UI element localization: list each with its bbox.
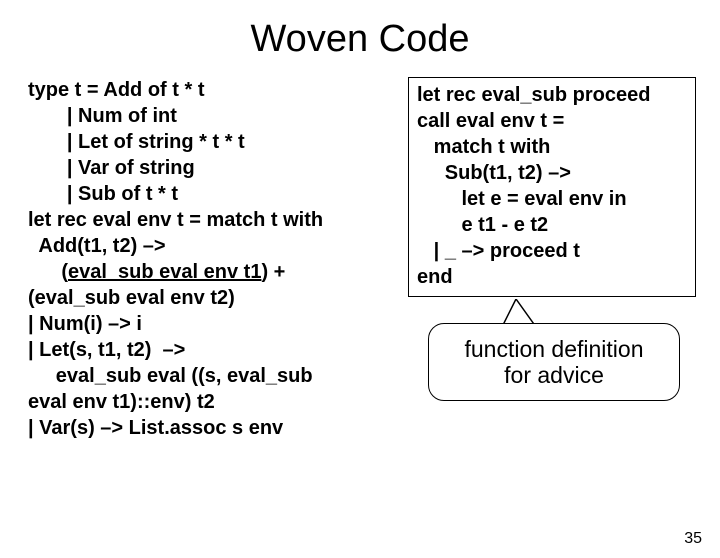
code-line: | Let of string * t * t <box>28 131 245 153</box>
code-line: ( <box>28 261 68 283</box>
code-line: let e = eval env in <box>417 188 627 210</box>
code-line: (eval_sub eval env t2) <box>28 287 235 309</box>
code-line: call eval env t = <box>417 110 564 132</box>
right-column: let rec eval_sub proceed call eval env t… <box>408 77 696 297</box>
underlined-call: eval_sub eval env t1 <box>68 261 261 283</box>
code-line: type t = Add of t * t <box>28 79 204 101</box>
code-line: | Var(s) –> List.assoc s env <box>28 417 283 439</box>
code-line: eval_sub eval ((s, eval_sub <box>28 365 313 387</box>
code-line: let rec eval env t = match t with <box>28 209 323 231</box>
content-area: type t = Add of t * t | Num of int | Let… <box>0 77 720 441</box>
code-line: ) + <box>261 261 285 283</box>
code-line: Add(t1, t2) –> <box>28 235 166 257</box>
code-line: eval env t1)::env) t2 <box>28 391 215 413</box>
callout-line: function definition <box>429 336 679 362</box>
code-line: let rec eval_sub proceed <box>417 84 650 106</box>
code-line: e t1 - e t2 <box>417 214 548 236</box>
code-line: | Var of string <box>28 157 195 179</box>
left-code-block: type t = Add of t * t | Num of int | Let… <box>28 77 408 441</box>
code-line: end <box>417 266 453 288</box>
code-line: Sub(t1, t2) –> <box>417 162 571 184</box>
code-line: match t with <box>417 136 550 158</box>
code-line: | _ –> proceed t <box>417 240 580 262</box>
boxed-code-block: let rec eval_sub proceed call eval env t… <box>408 77 696 297</box>
code-line: | Num of int <box>28 105 177 127</box>
advice-callout: function definition for advice <box>428 323 680 401</box>
code-line: | Sub of t * t <box>28 183 178 205</box>
page-number: 35 <box>684 530 702 548</box>
code-line: | Let(s, t1, t2) –> <box>28 339 185 361</box>
slide-title: Woven Code <box>0 18 720 61</box>
callout-line: for advice <box>429 362 679 388</box>
code-line: | Num(i) –> i <box>28 313 142 335</box>
